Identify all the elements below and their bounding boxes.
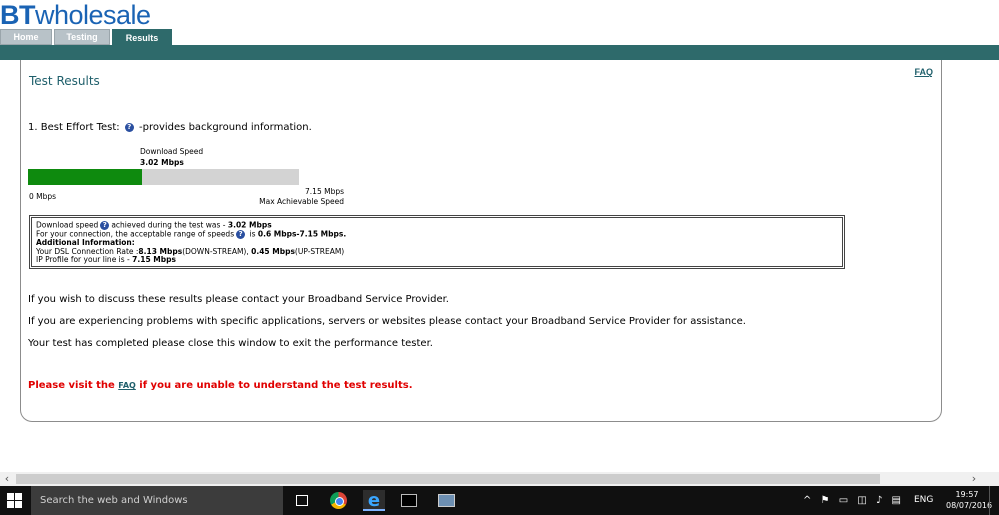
acceptable-range: 0.6 Mbps-7.15 Mbps. — [257, 229, 347, 239]
command-prompt-icon[interactable] — [398, 490, 420, 511]
info-text: Download speed — [36, 220, 99, 230]
windows-taskbar: Search the web and Windows e ^ ⚑ ▭ ◫ ♪ ▤… — [0, 486, 999, 515]
info-icon[interactable]: ? — [236, 230, 246, 239]
bt-wholesale-logo: BTwholesale — [0, 0, 151, 30]
language-indicator[interactable]: ENG — [914, 486, 933, 515]
taskbar-search-input[interactable]: Search the web and Windows — [31, 486, 283, 515]
tab-results[interactable]: Results — [112, 29, 172, 45]
faq-link-top[interactable]: FAQ — [914, 67, 933, 77]
upstream-rate: 0.45 Mbps — [251, 246, 295, 256]
clock-time: 19:57 — [955, 490, 979, 499]
faq-notice-text: if you are unable to understand the test… — [135, 380, 413, 391]
chrome-icon[interactable] — [327, 490, 349, 511]
speed-bar-fill — [28, 169, 143, 185]
download-speed-value: 3.02 Mbps — [140, 158, 184, 167]
best-effort-label: 1. Best Effort Test: — [28, 122, 120, 133]
speed-bar-track — [28, 169, 299, 185]
tab-testing[interactable]: Testing — [54, 29, 110, 45]
best-effort-desc: -provides background information. — [139, 122, 312, 133]
info-line-range: For your connection, the acceptable rang… — [36, 230, 838, 239]
logo-bt: BT — [0, 0, 36, 30]
completed-paragraph: Your test has completed please close thi… — [28, 338, 433, 349]
task-view-icon[interactable] — [291, 490, 313, 511]
windows-start-icon[interactable] — [7, 493, 22, 508]
system-tray-icons[interactable]: ^ ⚑ ▭ ◫ ♪ ▤ — [803, 486, 915, 515]
contact-paragraph: If you wish to discuss these results ple… — [28, 294, 449, 305]
info-text: (UP-STREAM) — [294, 246, 345, 256]
taskbar-clock[interactable]: 19:57 08/07/2016 — [946, 489, 993, 511]
info-text: (DOWN-STREAM), — [182, 246, 252, 256]
ip-profile-value: 7.15 Mbps — [132, 255, 176, 264]
speed-bar-max: 7.15 Mbps — [305, 187, 344, 196]
download-speed-label: Download Speed — [140, 147, 204, 156]
faq-link-inline[interactable]: FAQ — [118, 381, 136, 390]
info-text: IP Profile for your line is - — [36, 255, 133, 264]
info-text: achieved during the test was - — [111, 220, 228, 230]
horizontal-scrollbar[interactable]: ‹ › — [0, 472, 999, 486]
best-effort-line: 1. Best Effort Test: ? -provides backgro… — [28, 122, 312, 133]
clock-date: 08/07/2016 — [946, 501, 993, 510]
faq-notice: Please visit the FAQ if you are unable t… — [28, 380, 413, 391]
tab-home[interactable]: Home — [0, 29, 52, 45]
speed-bar-max-caption: Max Achievable Speed — [259, 197, 344, 206]
download-speed-result: 3.02 Mbps — [227, 220, 272, 230]
app-window-icon[interactable] — [435, 490, 457, 511]
scrollbar-thumb[interactable] — [16, 474, 880, 484]
faq-notice-text: Please visit the — [28, 380, 119, 391]
page-title: Test Results — [29, 74, 100, 88]
info-text: is — [247, 229, 258, 239]
internet-explorer-icon[interactable]: e — [363, 490, 385, 511]
problems-paragraph: If you are experiencing problems with sp… — [28, 316, 746, 327]
scroll-right-icon[interactable]: › — [967, 472, 981, 486]
results-info-box: Download speed? achieved during the test … — [29, 215, 845, 269]
nav-tabs: Home Testing Results — [0, 29, 172, 45]
logo-wholesale: wholesale — [35, 0, 151, 30]
show-desktop-button[interactable] — [989, 486, 999, 515]
header-bar — [0, 45, 999, 60]
results-panel: FAQ Test Results 1. Best Effort Test: ? … — [20, 60, 942, 422]
speed-bar-min: 0 Mbps — [29, 192, 57, 201]
info-line-ip-profile: IP Profile for your line is - 7.15 Mbps — [36, 255, 838, 265]
info-icon[interactable]: ? — [124, 122, 134, 132]
scroll-left-icon[interactable]: ‹ — [0, 472, 14, 486]
